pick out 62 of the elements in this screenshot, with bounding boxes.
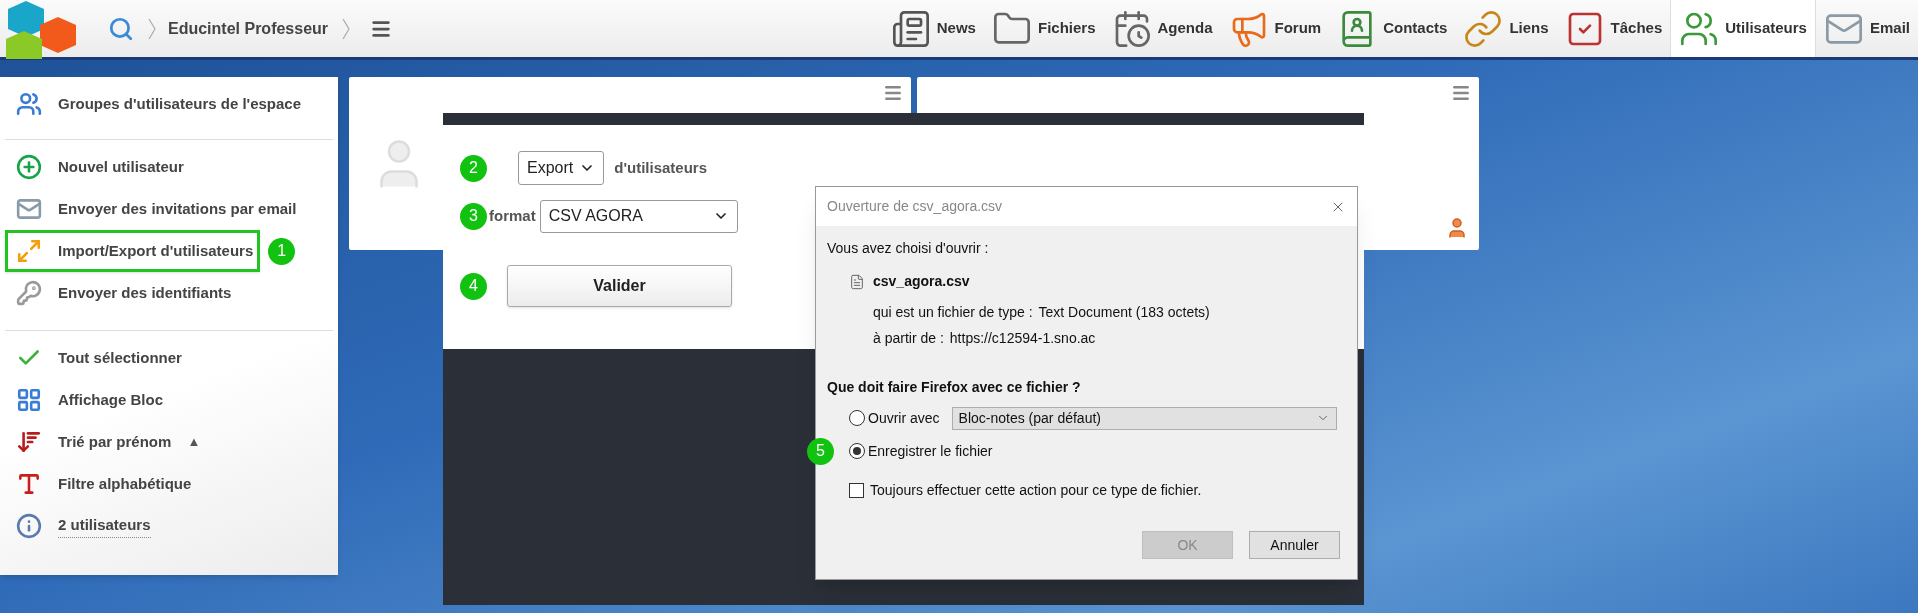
checkbox-label: Toujours effectuer cette action pour ce type de fichier. bbox=[870, 481, 1202, 500]
keys-icon bbox=[16, 280, 42, 306]
step-number: 4 bbox=[460, 272, 487, 300]
detail-value: Text Document (183 octets) bbox=[1038, 303, 1210, 322]
sidebar-item[interactable]: Import/Export d'utilisateurs bbox=[5, 230, 261, 272]
nav-tab[interactable]: Email bbox=[1815, 0, 1918, 57]
sidebar-item[interactable]: Tout sélectionner bbox=[5, 337, 189, 379]
dialog-question: Que doit faire Firefox avec ce fichier ? bbox=[827, 378, 1082, 397]
dialog-title: Ouverture de csv_agora.csv bbox=[827, 197, 1003, 216]
nav-tab[interactable]: News bbox=[882, 0, 984, 57]
link-icon bbox=[1463, 8, 1504, 49]
grid-icon bbox=[16, 387, 42, 413]
checkbox[interactable] bbox=[849, 483, 864, 498]
document-icon bbox=[849, 272, 865, 291]
format-label: format bbox=[489, 205, 536, 226]
step-number: 3 bbox=[460, 202, 487, 230]
sidebar-item[interactable]: Nouvel utilisateur bbox=[5, 146, 191, 188]
radio-button[interactable] bbox=[849, 410, 865, 426]
sidebar-item[interactable]: Affichage Bloc bbox=[5, 379, 170, 421]
search-icon[interactable] bbox=[108, 15, 134, 42]
detail-label: à partir de : bbox=[873, 329, 944, 348]
chevron-icon bbox=[148, 17, 156, 40]
chevron-icon bbox=[342, 17, 351, 40]
breadcrumb-link[interactable]: Educintel Professeur bbox=[168, 16, 329, 41]
radio-option[interactable]: Enregistrer le fichier bbox=[849, 440, 993, 462]
step-number: 5 bbox=[807, 437, 834, 465]
arrows-icon bbox=[16, 238, 42, 264]
radio-button[interactable] bbox=[849, 443, 865, 459]
detail-label: qui est un fichier de type : bbox=[873, 303, 1033, 322]
sort-arrow: ▲ bbox=[187, 433, 201, 452]
file-name: csv_agora.csv bbox=[873, 272, 970, 291]
mode-select[interactable]: Export bbox=[518, 151, 605, 185]
sidebar-item[interactable]: Groupes d'utilisateurs de l'espace bbox=[5, 83, 309, 125]
nav-tab[interactable]: Tâches bbox=[1556, 0, 1671, 57]
envelope-icon bbox=[16, 196, 42, 222]
sidebar-item[interactable]: Trié par prénom ▲ bbox=[5, 421, 208, 463]
validate-button[interactable]: Valider bbox=[507, 265, 732, 307]
detail-value: https://c12594-1.sno.ac bbox=[949, 329, 1096, 348]
plus-circle-icon bbox=[16, 154, 42, 180]
dialog-intro: Vous avez choisi d'ouvrir : bbox=[827, 239, 990, 258]
format-select[interactable]: CSV AGORA bbox=[539, 199, 738, 233]
sidebar-item[interactable]: Envoyer des invitations par email bbox=[5, 188, 304, 230]
nav-tab[interactable]: Utilisateurs bbox=[1670, 0, 1816, 57]
users-icon bbox=[16, 91, 42, 117]
nav-tab[interactable]: Liens bbox=[1455, 0, 1557, 57]
sidebar-item[interactable]: Envoyer des identifiants bbox=[5, 272, 239, 314]
app-select[interactable]: Bloc-notes (par défaut) bbox=[951, 406, 1337, 430]
nav-tab[interactable]: Fichiers bbox=[983, 0, 1104, 57]
info-icon bbox=[16, 513, 42, 539]
sort-icon bbox=[16, 429, 42, 455]
sidebar-item[interactable]: 2 utilisateurs bbox=[5, 505, 158, 547]
dialog-button[interactable]: Annuler bbox=[1249, 531, 1340, 559]
step-number: 1 bbox=[268, 237, 296, 265]
letters-icon bbox=[16, 471, 42, 497]
mode-label: d'utilisateurs bbox=[614, 157, 707, 178]
nav-tab[interactable]: Forum bbox=[1220, 0, 1330, 57]
nav-tab[interactable]: Contacts bbox=[1329, 0, 1456, 57]
step-number: 2 bbox=[460, 154, 487, 182]
nav-tab[interactable]: Agenda bbox=[1103, 0, 1221, 57]
newspaper-icon bbox=[890, 8, 931, 49]
sidebar-item[interactable]: Filtre alphabétique bbox=[5, 463, 199, 505]
radio-option[interactable]: Ouvrir avec bbox=[849, 407, 940, 429]
